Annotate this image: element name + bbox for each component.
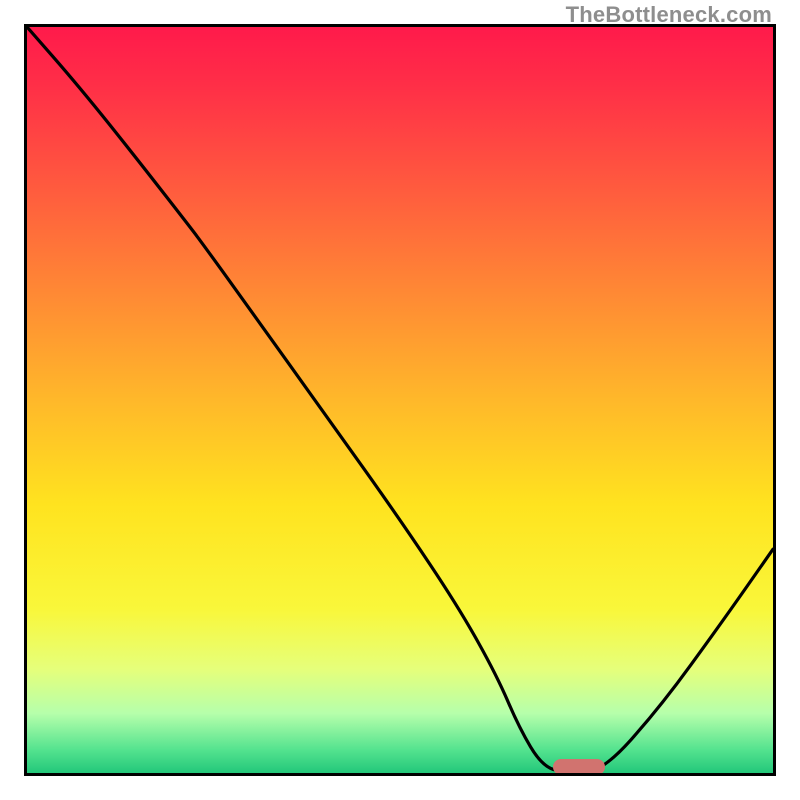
chart-curve-svg bbox=[27, 27, 773, 773]
chart-plot-area bbox=[27, 27, 773, 773]
chart-marker bbox=[553, 759, 605, 773]
chart-curve-path bbox=[27, 27, 773, 773]
